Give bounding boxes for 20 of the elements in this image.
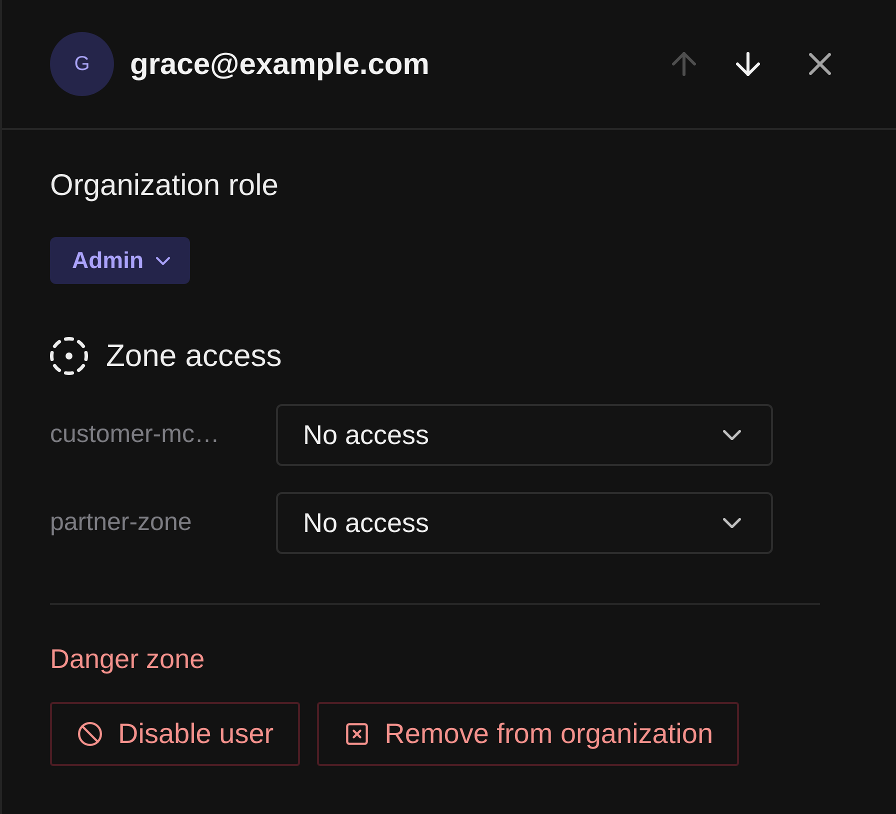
chevron-down-icon (723, 518, 741, 528)
disable-user-button[interactable]: Disable user (50, 702, 300, 766)
zone-name: customer-mc… (50, 419, 220, 450)
access-select[interactable]: No access (276, 492, 773, 554)
access-select[interactable]: No access (276, 404, 773, 466)
avatar: G (50, 32, 114, 96)
remove-button[interactable]: Remove from organization (316, 702, 740, 766)
role-dropdown[interactable]: Admin (50, 237, 190, 284)
close-icon (809, 53, 831, 75)
chevron-down-icon (723, 430, 741, 440)
zone-name: partner-zone (50, 507, 192, 538)
section-title: Organization role (50, 169, 278, 203)
dashed-circle-icon (50, 337, 88, 375)
chevron-down-icon (156, 256, 170, 264)
prohibited-icon (78, 722, 102, 746)
user-email: grace@example.com (130, 46, 430, 82)
section-title: Zone access (106, 337, 282, 375)
down-arrow-icon (736, 52, 760, 76)
x-square-icon (344, 722, 369, 746)
danger-zone-title: Danger zone (50, 644, 205, 675)
